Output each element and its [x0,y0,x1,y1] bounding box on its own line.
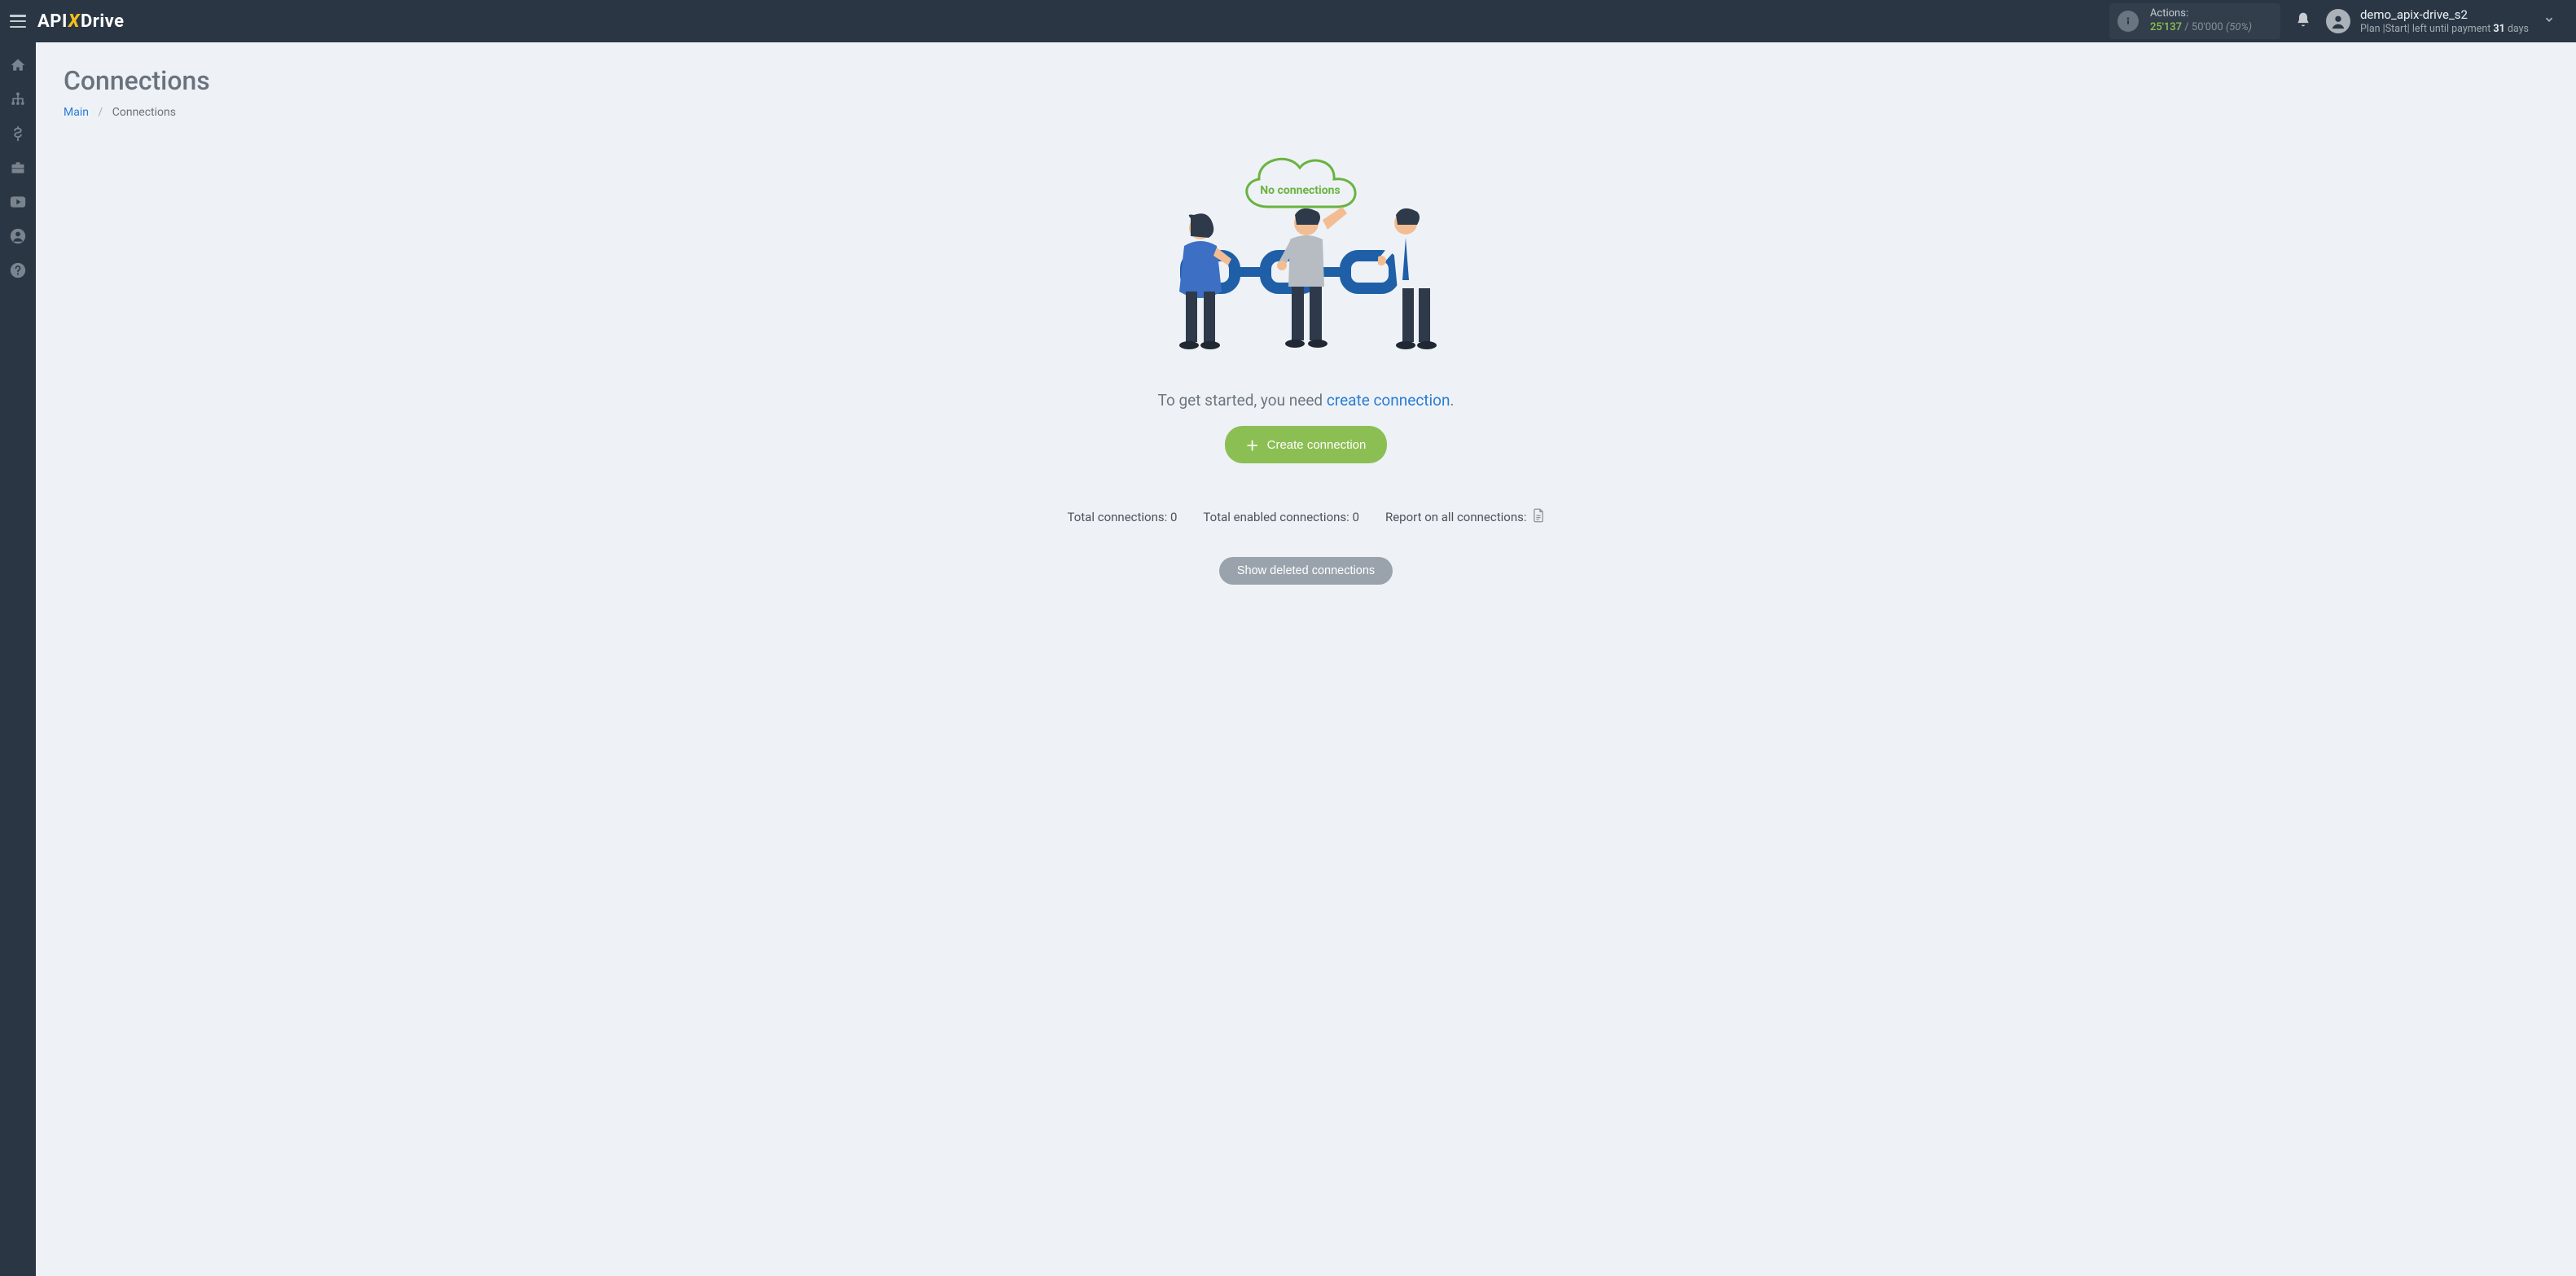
account-icon [10,228,26,244]
create-connection-link[interactable]: create connection [1327,391,1450,410]
home-icon [10,57,26,73]
sidebar-item-help[interactable] [0,254,36,287]
sidebar-item-connections[interactable] [0,83,36,116]
plus-icon: ＋ [1246,435,1259,454]
brand-part-2: X [68,11,81,32]
topbar: APIXDrive Actions: 25'137 / 50'000 (50%) [0,0,2576,42]
sidebar [0,42,36,1276]
help-icon [10,262,26,278]
person-middle-illustration [1274,205,1347,364]
breadcrumb-current: Connections [112,106,176,119]
sidebar-item-home[interactable] [0,49,36,81]
main-content: Connections Main / Connections No connec… [36,42,2576,1276]
sidebar-item-video[interactable] [0,186,36,218]
notifications-button[interactable] [2295,11,2311,31]
sidebar-item-billing[interactable] [0,117,36,150]
document-icon [1532,508,1545,526]
brand-logo[interactable]: APIXDrive [37,11,125,32]
breadcrumb-separator: / [91,106,109,119]
create-connection-button-label: Create connection [1267,438,1367,452]
actions-limit: 50'000 [2192,21,2223,33]
actions-percent: (50%) [2226,21,2252,33]
actions-usage-text: Actions: 25'137 / 50'000 (50%) [2150,7,2252,35]
breadcrumb-main-link[interactable]: Main [64,106,89,119]
person-left-illustration [1168,213,1233,364]
breadcrumb: Main / Connections [64,106,2548,119]
page-title: Connections [64,65,2548,96]
topbar-left: APIXDrive [0,11,125,32]
connections-icon [10,91,26,107]
user-name: demo_apix-drive_s2 [2360,7,2529,23]
briefcase-icon [10,160,26,176]
actions-used: 25'137 [2150,21,2182,33]
chevron-down-icon [2543,14,2555,29]
sidebar-item-account[interactable] [0,220,36,252]
user-text: demo_apix-drive_s2 Plan |Start| left unt… [2360,7,2529,35]
topbar-right: Actions: 25'137 / 50'000 (50%) demo_apix… [2109,0,2576,42]
create-connection-button[interactable]: ＋ Create connection [1225,426,1388,463]
video-icon [10,195,26,208]
person-right-illustration [1378,207,1451,366]
info-icon [2117,11,2139,32]
brand-part-3: Drive [81,11,125,32]
show-deleted-button[interactable]: Show deleted connections [1219,557,1393,585]
avatar-icon [2326,9,2350,33]
empty-lead-text: To get started, you need create connecti… [1158,391,1455,410]
total-connections: Total connections: 0 [1068,510,1178,524]
user-plan: Plan |Start| left until payment 31 days [2360,23,2529,36]
brand-part-1: API [37,11,68,32]
actions-sep: / [2184,21,2188,33]
actions-label: Actions: [2150,7,2252,21]
cloud-label: No connections [1249,184,1352,197]
menu-toggle-button[interactable] [10,15,26,28]
empty-state: No connections [64,143,2548,585]
layout: Connections Main / Connections No connec… [0,42,2576,1276]
empty-illustration: No connections [1160,143,1453,371]
connection-stats: Total connections: 0 Total enabled conne… [1068,508,1545,526]
actions-usage-box[interactable]: Actions: 25'137 / 50'000 (50%) [2109,3,2280,39]
user-menu[interactable]: demo_apix-drive_s2 Plan |Start| left unt… [2326,7,2555,35]
sidebar-item-briefcase[interactable] [0,151,36,184]
billing-icon [11,125,25,143]
report-all-connections[interactable]: Report on all connections: [1385,508,1545,526]
enabled-connections: Total enabled connections: 0 [1203,510,1359,524]
